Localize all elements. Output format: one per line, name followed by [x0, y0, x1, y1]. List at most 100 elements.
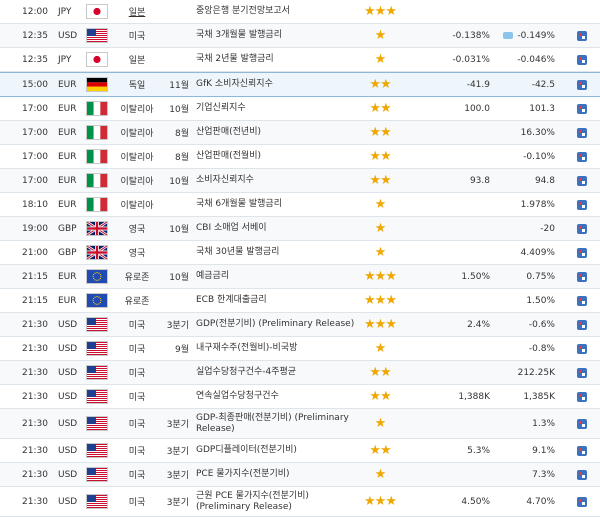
forecast-value: 94.8 — [495, 169, 555, 192]
currency-code: EUR — [58, 295, 77, 306]
alert-bell-icon[interactable] — [577, 247, 587, 258]
alert-bell-icon[interactable] — [577, 30, 587, 41]
event-name[interactable]: GDP(전분기비) (Preliminary Release) — [196, 313, 356, 336]
alert-bell-icon[interactable] — [577, 103, 587, 114]
alert-bell-icon[interactable] — [577, 199, 587, 210]
actual-value: 1.50% — [461, 271, 490, 282]
event-name[interactable]: ECB 한계대출금리 — [196, 289, 356, 312]
event-name[interactable]: 실업수당청구건수-4주평균 — [196, 361, 356, 384]
table-row[interactable]: 21:30 USD 미국 3분기 근원 PCE 물가지수(전분기비) (Prelimin… — [0, 487, 600, 517]
country-name: 일본 — [128, 8, 146, 18]
alert-button[interactable] — [575, 463, 589, 486]
alert-button[interactable] — [575, 217, 589, 240]
alert-button[interactable] — [575, 169, 589, 192]
alert-bell-icon[interactable] — [577, 367, 587, 378]
alert-bell-icon[interactable] — [577, 223, 587, 234]
alert-bell-icon[interactable] — [577, 469, 587, 480]
table-row[interactable]: 21:15 EUR 유로존 ECB 한계대출금리 ★★★ 1.50% — [0, 289, 600, 313]
alert-button[interactable] — [575, 97, 589, 120]
table-row[interactable]: 17:00 EUR 이탈리아 8월 산업판매(전년비) ★★ 16.30% — [0, 121, 600, 145]
event-name[interactable]: 산업판매(전월비) — [196, 145, 356, 168]
country-name: 미국 — [128, 498, 146, 508]
event-name[interactable]: CBI 소매업 서베이 — [196, 217, 356, 240]
alert-bell-icon[interactable] — [577, 54, 587, 65]
event-period — [161, 289, 189, 312]
event-name[interactable]: 내구재수주(전월비)-비국방 — [196, 337, 356, 360]
alert-button[interactable] — [575, 361, 589, 384]
table-row[interactable]: 15:00 EUR 독일 11월 GfK 소비자신뢰지수 ★★ -41.9 -42.5 — [0, 72, 600, 97]
event-name[interactable]: 중앙은행 분기전망보고서 — [196, 0, 356, 23]
alert-bell-icon[interactable] — [577, 391, 587, 402]
event-name[interactable]: 국채 30년물 발행금리 — [196, 241, 356, 264]
table-row[interactable]: 21:00 GBP 영국 국채 30년물 발행금리 ★ 4.409% — [0, 241, 600, 265]
alert-button[interactable] — [575, 409, 589, 438]
alert-button[interactable] — [575, 241, 589, 264]
event-name[interactable]: 국채 2년물 발행금리 — [196, 48, 356, 71]
table-row[interactable]: 17:00 EUR 이탈리아 10월 소비자신뢰지수 ★★ 93.8 94.8 — [0, 169, 600, 193]
comment-icon[interactable] — [503, 32, 514, 39]
alert-bell-icon[interactable] — [577, 319, 587, 330]
alert-bell-icon[interactable] — [577, 127, 587, 138]
event-name[interactable]: 국채 6개월물 발행금리 — [196, 193, 356, 216]
alert-bell-icon[interactable] — [577, 79, 587, 90]
event-name[interactable]: 국채 3개월물 발행금리 — [196, 24, 356, 47]
table-row[interactable]: 12:00 JPY 일본 중앙은행 분기전망보고서 ★★★ — [0, 0, 600, 24]
event-name[interactable]: PCE 물가지수(전분기비) — [196, 463, 356, 486]
alert-button[interactable] — [575, 385, 589, 408]
alert-button[interactable] — [575, 313, 589, 336]
alert-button[interactable] — [575, 73, 589, 96]
alert-bell-icon[interactable] — [577, 175, 587, 186]
alert-button[interactable] — [575, 439, 589, 462]
table-row[interactable]: 21:30 USD 미국 연속실업수당청구건수 ★★ 1,388K 1,385K — [0, 385, 600, 409]
event-time: 17:00 — [22, 175, 48, 186]
table-row[interactable]: 17:00 EUR 이탈리아 10월 기업신뢰지수 ★★ 100.0 101.3 — [0, 97, 600, 121]
alert-button[interactable] — [575, 337, 589, 360]
table-row[interactable]: 21:30 USD 미국 3분기 GDP(전분기비) (Preliminary Rele… — [0, 313, 600, 337]
table-row[interactable]: 21:30 USD 미국 3분기 PCE 물가지수(전분기비) ★ 7.3% — [0, 463, 600, 487]
alert-bell-icon[interactable] — [577, 271, 587, 282]
alert-bell-icon[interactable] — [577, 295, 587, 306]
actual-value: 93.8 — [469, 175, 490, 186]
forecast-text: 1.978% — [520, 199, 555, 210]
table-row[interactable]: 21:30 USD 미국 9월 내구재수주(전월비)-비국방 ★ -0.8% — [0, 337, 600, 361]
table-row[interactable]: 17:00 EUR 이탈리아 8월 산업판매(전월비) ★★ -0.10% — [0, 145, 600, 169]
us-flag-icon — [87, 29, 107, 42]
table-row[interactable]: 21:15 EUR 유로존 10월 예금금리 ★★★ 1.50% 0.75% — [0, 265, 600, 289]
alert-button[interactable] — [575, 145, 589, 168]
event-name[interactable]: 연속실업수당청구건수 — [196, 385, 356, 408]
flag-icon — [84, 313, 110, 336]
alert-bell-icon[interactable] — [577, 418, 587, 429]
event-name[interactable]: 근원 PCE 물가지수(전분기비) (Preliminary Release) — [196, 487, 356, 516]
table-row[interactable]: 18:10 EUR 이탈리아 국채 6개월물 발행금리 ★ 1.978% — [0, 193, 600, 217]
table-row[interactable]: 19:00 GBP 영국 10월 CBI 소매업 서베이 ★ -20 — [0, 217, 600, 241]
alert-button[interactable] — [575, 121, 589, 144]
alert-bell-icon[interactable] — [577, 445, 587, 456]
alert-bell-icon[interactable] — [577, 151, 587, 162]
forecast-value: 9.1% — [495, 439, 555, 462]
importance-stars-icon: ★★ — [369, 443, 391, 458]
alert-button[interactable] — [575, 265, 589, 288]
alert-button[interactable] — [575, 193, 589, 216]
event-name[interactable]: GfK 소비자신뢰지수 — [196, 73, 356, 96]
table-row[interactable]: 12:35 JPY 일본 국채 2년물 발행금리 ★ -0.031% -0.046% — [0, 48, 600, 72]
us-flag-icon — [87, 444, 107, 457]
currency-code: GBP — [58, 247, 77, 258]
event-name[interactable]: 산업판매(전년비) — [196, 121, 356, 144]
event-name[interactable]: 예금금리 — [196, 265, 356, 288]
table-row[interactable]: 21:30 USD 미국 3분기 GDP-최종판매(전분기비) (Preliminary… — [0, 409, 600, 439]
table-row[interactable]: 12:35 USD 미국 국채 3개월물 발행금리 ★ -0.138% -0.149% — [0, 24, 600, 48]
alert-button[interactable] — [575, 289, 589, 312]
table-row[interactable]: 21:30 USD 미국 실업수당청구건수-4주평균 ★★ 212.25K — [0, 361, 600, 385]
alert-button[interactable] — [575, 24, 589, 47]
alert-button[interactable] — [575, 487, 589, 516]
table-row[interactable]: 21:30 USD 미국 3분기 GDP디플레이터(전분기비) ★★ 5.3% 9.1% — [0, 439, 600, 463]
event-name[interactable]: 소비자신뢰지수 — [196, 169, 356, 192]
event-name[interactable]: GDP디플레이터(전분기비) — [196, 439, 356, 462]
alert-button[interactable] — [575, 48, 589, 71]
event-name[interactable]: 기업신뢰지수 — [196, 97, 356, 120]
forecast-text: 0.75% — [526, 271, 555, 282]
currency-code: EUR — [58, 127, 77, 138]
alert-bell-icon[interactable] — [577, 343, 587, 354]
alert-bell-icon[interactable] — [577, 496, 587, 507]
event-name[interactable]: GDP-최종판매(전분기비) (Preliminary Release) — [196, 409, 356, 438]
